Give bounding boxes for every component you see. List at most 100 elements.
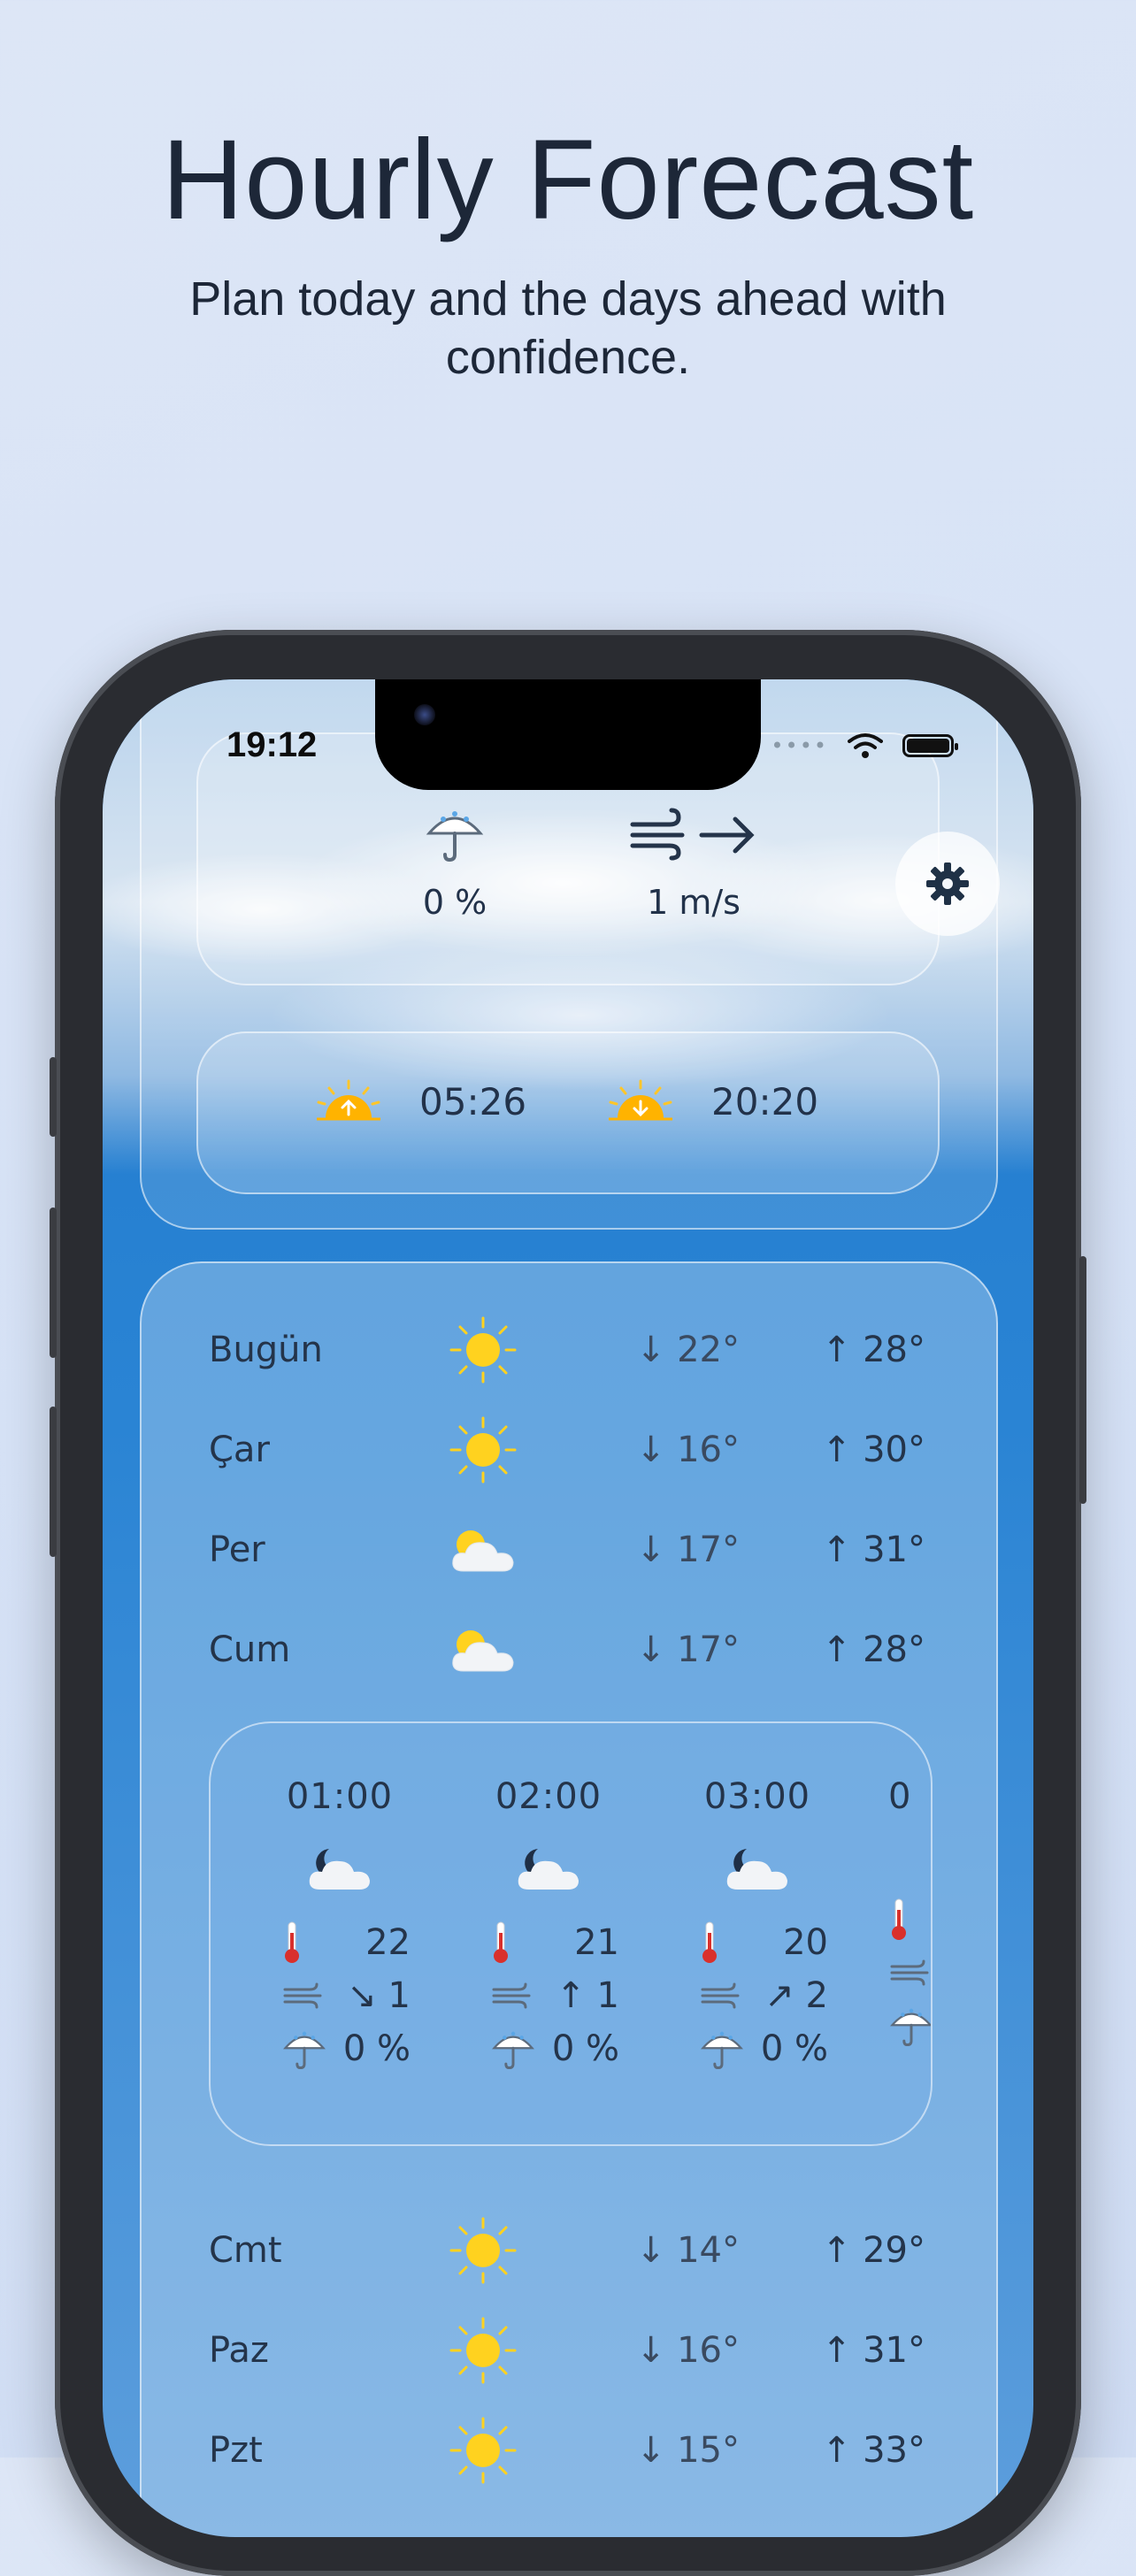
hour-wind-line: ↘ 1 <box>251 1969 428 2022</box>
sunset: 20:20 <box>605 1079 818 1123</box>
sunset-icon <box>609 1079 672 1121</box>
umbrella-icon <box>283 2031 326 2070</box>
umbrella-icon <box>890 2008 931 2047</box>
day-min-temp: ↓ 15° <box>635 2430 740 2471</box>
hour-wind-line <box>878 1946 931 1999</box>
umbrella-icon <box>366 803 543 869</box>
wind-metric: 1 m/s <box>605 803 782 922</box>
sunrise-icon <box>317 1079 380 1121</box>
day-name: Per <box>209 1530 265 1570</box>
wind-icon <box>605 803 782 869</box>
day-max-temp: ↑ 33° <box>821 2430 925 2471</box>
day-row[interactable]: Pzt ↓ 15° ↑ 33° <box>209 2415 934 2486</box>
phone-volume-down <box>50 1407 57 1557</box>
day-name: Pzt <box>209 2430 263 2471</box>
day-row[interactable]: Paz ↓ 16° ↑ 31° <box>209 2315 934 2386</box>
hour-temp-line: 21 <box>460 1916 637 1969</box>
hour-precip-line: 0 % <box>251 2022 428 2075</box>
hour-temp-line <box>878 1893 931 1946</box>
thermometer-icon <box>892 1898 906 1940</box>
hour-temp: 20 <box>783 1922 828 1963</box>
hour-precip-line: 0 % <box>669 2022 846 2075</box>
hour-wind: ↘ 1 <box>347 1975 411 2016</box>
day-max-temp: ↑ 31° <box>821 1530 925 1570</box>
partly-cloudy-icon <box>448 1523 563 1576</box>
daily-forecast-panel: Bugün ↓ 22° ↑ 28° Çar ↓ 16° ↑ 30° Per ↓ … <box>140 1261 998 2537</box>
app-screen: 0 % 1 m/s 05:26 20:20 19:12 •••• Bugün ↓… <box>103 679 1033 2537</box>
sun-icon <box>448 2315 563 2386</box>
hero-subtitle: Plan today and the days ahead with confi… <box>189 272 947 384</box>
status-time: 19:12 <box>226 725 318 764</box>
wind-icon <box>890 1959 929 1986</box>
sun-icon <box>448 1315 563 1385</box>
wind-icon <box>492 1982 531 2009</box>
day-min-temp: ↓ 16° <box>635 1430 740 1470</box>
gear-icon <box>926 862 969 905</box>
sun-icon <box>448 2415 563 2486</box>
thermometer-icon <box>494 1921 508 1963</box>
day-row[interactable]: Cum ↓ 17° ↑ 28° <box>209 1614 934 1685</box>
day-row[interactable]: Bugün ↓ 22° ↑ 28° <box>209 1315 934 1385</box>
hour-precip: 0 % <box>342 2028 411 2069</box>
hour-wind: ↑ 1 <box>556 1975 619 2016</box>
day-max-temp: ↑ 28° <box>821 1629 925 1670</box>
day-max-temp: ↑ 30° <box>821 1430 925 1470</box>
hour-wind-line: ↗ 2 <box>669 1969 846 2022</box>
hour-column: 01:00 22 ↘ 1 0 % <box>251 1776 428 2075</box>
day-min-temp: ↓ 16° <box>635 2330 740 2371</box>
cloudy-night-icon <box>460 1844 637 1893</box>
day-max-temp: ↑ 28° <box>821 1330 925 1370</box>
hour-precip-line <box>878 1999 931 2052</box>
camera-notch <box>375 679 761 790</box>
day-min-temp: ↓ 22° <box>635 1330 740 1370</box>
day-name: Cum <box>209 1629 291 1670</box>
day-name: Cmt <box>209 2230 282 2271</box>
sunrise-time: 05:26 <box>419 1079 527 1123</box>
thermometer-icon <box>285 1921 299 1963</box>
hour-temp-line: 22 <box>251 1916 428 1969</box>
hour-column: 03:00 20 ↗ 2 0 % <box>669 1776 846 2075</box>
phone-side-button <box>50 1057 57 1137</box>
hour-wind-speed: 1 <box>596 1975 619 2016</box>
battery-icon <box>902 734 958 757</box>
day-row[interactable]: Çar ↓ 16° ↑ 30° <box>209 1414 934 1485</box>
day-max-temp: ↑ 29° <box>821 2230 925 2271</box>
sunrise: 05:26 <box>313 1079 526 1123</box>
hourly-forecast-strip[interactable]: 01:00 22 ↘ 1 0 % 02:00 21 ↑ 1 0 % 03:00 … <box>209 1721 933 2146</box>
hour-wind-line: ↑ 1 <box>460 1969 637 2022</box>
sun-icon <box>448 1414 563 1485</box>
hour-time: 0 <box>888 1776 912 1817</box>
front-camera <box>414 704 435 725</box>
hour-wind-speed: 2 <box>805 1975 828 2016</box>
partly-cloudy-icon <box>448 1623 563 1676</box>
day-row[interactable]: Per ↓ 17° ↑ 31° <box>209 1514 934 1585</box>
settings-button[interactable] <box>895 832 1000 936</box>
day-min-temp: ↓ 14° <box>635 2230 740 2271</box>
wifi-icon <box>848 733 883 758</box>
day-row[interactable]: Cmt ↓ 14° ↑ 29° <box>209 2215 934 2286</box>
hour-wind-speed: 1 <box>388 1975 411 2016</box>
hour-column: 02:00 21 ↑ 1 0 % <box>460 1776 637 2075</box>
sun-times-card: 05:26 20:20 <box>196 1031 940 1194</box>
cellular-signal-icon: •••• <box>771 733 828 758</box>
day-max-temp: ↑ 31° <box>821 2330 925 2371</box>
hour-wind: ↗ 2 <box>764 1975 828 2016</box>
day-min-temp: ↓ 17° <box>635 1629 740 1670</box>
precipitation-metric: 0 % <box>366 803 543 922</box>
thermometer-icon <box>702 1921 717 1963</box>
wind-direction-icon: ↑ <box>556 1975 586 2016</box>
hour-precip: 0 % <box>760 2028 828 2069</box>
hour-column-partial: 0 <box>878 1776 931 2052</box>
status-indicators: •••• <box>771 732 958 759</box>
day-name: Çar <box>209 1430 270 1470</box>
day-min-temp: ↓ 17° <box>635 1530 740 1570</box>
hour-temp: 22 <box>365 1922 411 1963</box>
wind-direction-icon: ↗ <box>764 1975 794 2016</box>
wind-icon <box>701 1982 740 2009</box>
phone-power-button <box>1079 1256 1086 1504</box>
hour-temp: 21 <box>574 1922 619 1963</box>
hour-precip: 0 % <box>551 2028 619 2069</box>
wind-direction-icon: ↘ <box>347 1975 377 2016</box>
day-name: Paz <box>209 2330 269 2371</box>
hour-time: 02:00 <box>495 1776 603 1817</box>
